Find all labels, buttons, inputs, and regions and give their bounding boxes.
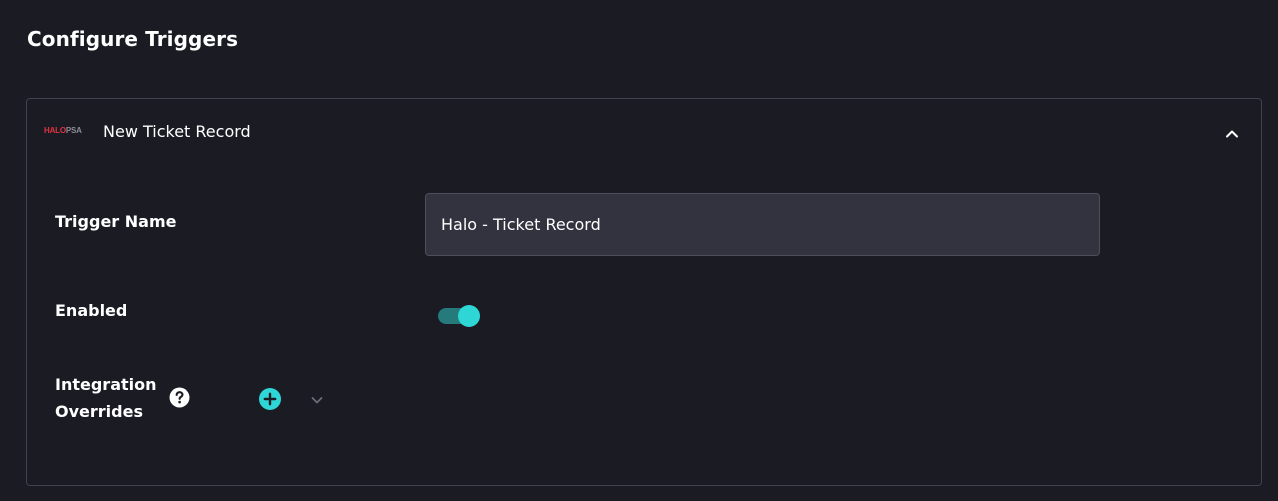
logo-psa-text: PSA (65, 126, 82, 135)
trigger-card: HALOPSA New Ticket Record Trigger Name E… (26, 98, 1262, 486)
plus-circle-icon[interactable] (259, 388, 281, 410)
chevron-up-icon (1226, 130, 1238, 138)
trigger-card-title: New Ticket Record (103, 122, 251, 141)
page-title: Configure Triggers (27, 27, 239, 51)
halopsa-logo: HALOPSA (44, 126, 82, 135)
question-circle-icon[interactable] (169, 387, 190, 408)
toggle-thumb (458, 305, 480, 327)
enabled-toggle[interactable] (438, 302, 482, 327)
enabled-label: Enabled (55, 301, 128, 320)
trigger-card-header[interactable]: HALOPSA New Ticket Record (27, 99, 1261, 167)
integration-overrides-label: Integration Overrides (55, 375, 157, 421)
logo-halo-text: HALO (44, 126, 66, 135)
chevron-down-icon[interactable] (308, 391, 326, 409)
trigger-name-label: Trigger Name (55, 212, 177, 231)
collapse-button[interactable] (1221, 123, 1243, 145)
trigger-name-input[interactable] (425, 193, 1100, 256)
